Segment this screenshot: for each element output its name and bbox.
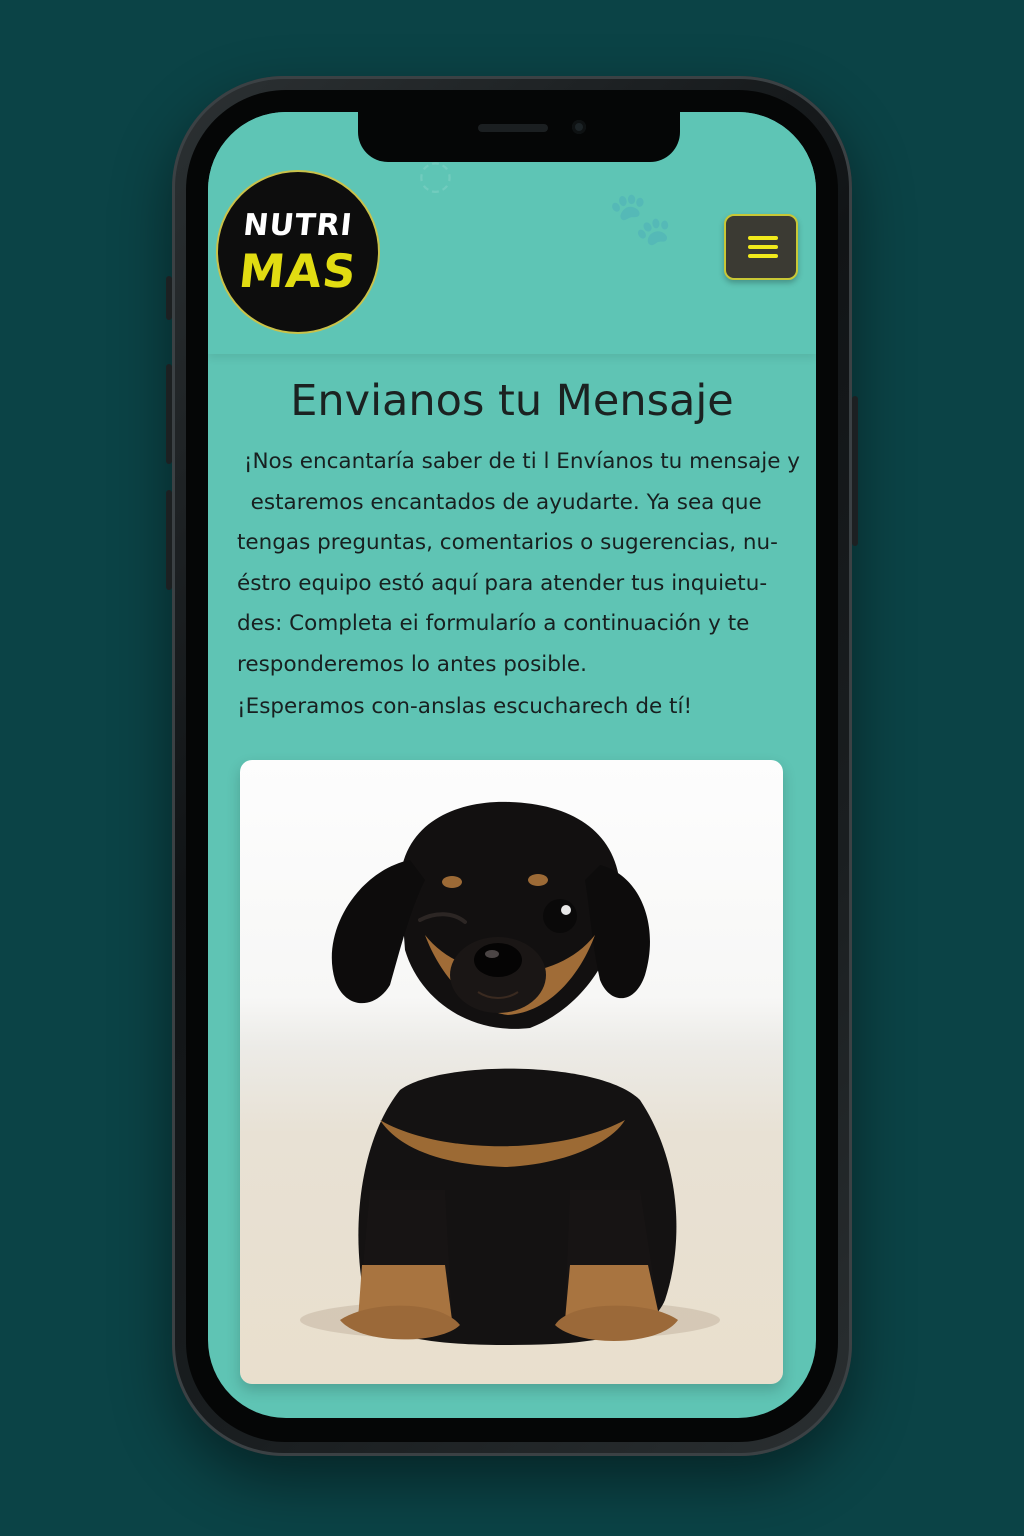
phone-screen: 🐾 ◌ NUTRI MAS Envianos tu Mensaje ¡Nos e… (208, 112, 816, 1418)
phone-power-button (852, 396, 858, 546)
front-camera-icon (572, 120, 586, 134)
closing-text: ¡Esperamos con-anslas escucharech de tí! (237, 694, 693, 719)
page-title: Envianos tu Mensaje (290, 376, 734, 426)
menu-line (748, 236, 778, 240)
paragraph-line: ¡Nos encantaría saber de ti l Envíanos t… (237, 449, 801, 474)
logo-text-bottom: MAS (236, 244, 360, 298)
paw-print-icon: 🐾 (608, 189, 673, 249)
menu-line (748, 254, 778, 258)
paragraph-line: responderemos lo antes posible. (237, 651, 587, 677)
hamburger-menu-button[interactable] (724, 214, 798, 280)
paragraph-line: des: Completa ei formularío a continuaci… (237, 611, 750, 636)
contact-section: Envianos tu Mensaje ¡Nos encantaría sabe… (208, 354, 816, 1418)
paragraph-line: éstro equipo estó aquí para atender tus … (237, 570, 768, 596)
logo-text-top: NUTRI (241, 208, 355, 243)
phone-notch (358, 112, 680, 162)
paragraph-line: tengas preguntas, comentarios o sugerenc… (237, 530, 778, 555)
brand-logo[interactable]: NUTRI MAS (216, 170, 380, 334)
intro-paragraph: ¡Nos encantaría saber de ti l Envíanos t… (237, 442, 803, 685)
paragraph-line: estaremos encantados de ayudarte. Ya sea… (237, 489, 762, 515)
phone-speaker (478, 124, 548, 132)
puppy-illustration (300, 801, 720, 1345)
menu-line (748, 245, 778, 249)
puppy-photo (240, 760, 783, 1384)
